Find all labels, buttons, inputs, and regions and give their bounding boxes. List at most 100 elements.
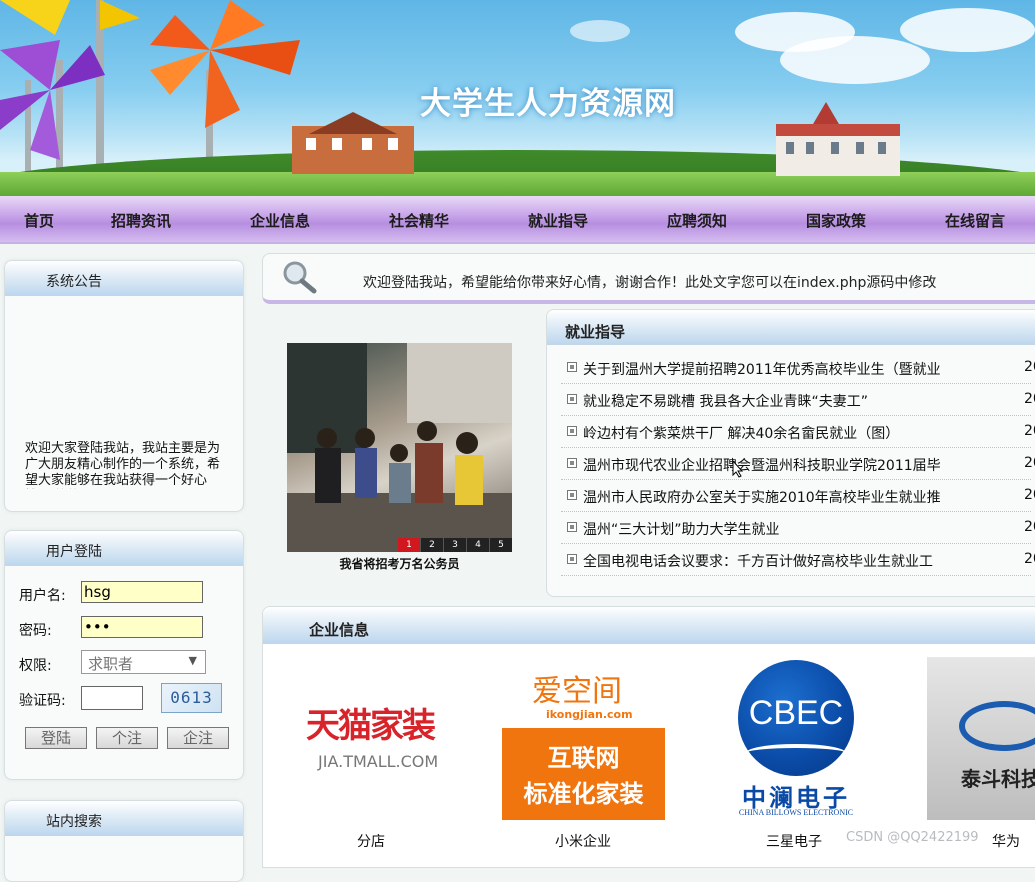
nav-item-society-essence[interactable]: 社会精华 (389, 210, 449, 231)
news-title[interactable]: 全国电视电话会议要求：千方百计做好高校毕业生就业工 (583, 551, 933, 571)
nav-item-guestbook[interactable]: 在线留言 (945, 210, 1005, 231)
role-select[interactable]: 求职者 ▼ (81, 650, 206, 674)
nav-item-job-guidance[interactable]: 就业指导 (528, 210, 588, 231)
news-list-item[interactable]: 全国电视电话会议要求：千方百计做好高校毕业生就业工 20 (561, 543, 1035, 576)
news-list-item[interactable]: 温州市现代农业企业招聘会暨温州科技职业学院2011届毕 20 (561, 447, 1035, 480)
password-field[interactable] (81, 616, 203, 638)
role-label: 权限: (19, 658, 52, 674)
role-select-value: 求职者 (88, 655, 134, 673)
bullet-icon (567, 522, 577, 532)
bullet-icon (567, 362, 577, 372)
slide-page-1[interactable]: 1 (397, 538, 420, 552)
news-date: 20 (1024, 487, 1035, 503)
captcha-code: 0613 (170, 688, 213, 707)
news-date: 20 (1024, 423, 1035, 439)
nav-item-applicant-notes[interactable]: 应聘须知 (667, 210, 727, 231)
taidou-logo-text: 泰斗科技 (961, 767, 1035, 791)
login-panel-title: 用户登陆 (46, 544, 102, 560)
cbec-logo-english: CHINA BILLOWS ELECTRONIC (738, 808, 854, 817)
news-title[interactable]: 温州市人民政府办公室关于实施2010年高校毕业生就业推 (583, 487, 941, 507)
news-date: 20 (1024, 519, 1035, 535)
news-date: 20 (1024, 359, 1035, 375)
username-label: 用户名: (19, 588, 66, 604)
news-title[interactable]: 温州市现代农业企业招聘会暨温州科技职业学院2011届毕 (583, 455, 941, 475)
site-search-panel: 站内搜索 (4, 800, 244, 882)
nav-item-company-info[interactable]: 企业信息 (250, 210, 310, 231)
nav-item-national-policy[interactable]: 国家政策 (806, 210, 866, 231)
classroom-photo (287, 343, 512, 552)
bullet-icon (567, 458, 577, 468)
company-name[interactable]: 分店 (357, 831, 385, 851)
nav-item-home[interactable]: 首页 (24, 210, 54, 231)
main-navigation: 首页 招聘资讯 企业信息 社会精华 就业指导 应聘须知 国家政策 在线留言 (0, 196, 1035, 244)
captcha-image[interactable]: 0613 (161, 683, 222, 713)
slide-page-5[interactable]: 5 (489, 538, 512, 552)
news-date: 20 (1024, 391, 1035, 407)
news-date: 20 (1024, 455, 1035, 471)
bullet-icon (567, 554, 577, 564)
nav-item-recruitment-news[interactable]: 招聘资讯 (111, 210, 171, 231)
company-logo-ikongjian[interactable]: 爱空间 ikongjian.com 互联网 标准化家装 (502, 662, 665, 820)
login-button[interactable]: 登陆 (25, 727, 87, 749)
ikongjian-slogan-1: 互联网 (547, 744, 620, 772)
chevron-down-icon: ▼ (188, 654, 197, 667)
company-info-title: 企业信息 (309, 621, 370, 639)
news-title[interactable]: 关于到温州大学提前招聘2011年优秀高校毕业生（暨就业 (583, 359, 941, 379)
ikongjian-slogan-2: 标准化家装 (523, 780, 644, 808)
company-logo-cbec[interactable]: CBEC 中澜电子 CHINA BILLOWS ELECTRONIC (716, 656, 876, 820)
ikongjian-banner: 互联网 标准化家装 (502, 728, 665, 820)
company-logo-taidou[interactable]: 泰斗科技 (927, 657, 1035, 820)
job-guidance-header: 就业指导 (547, 310, 1035, 345)
bullet-icon (567, 490, 577, 500)
login-panel-header: 用户登陆 (5, 531, 243, 566)
username-field[interactable] (81, 581, 203, 603)
company-info-header: 企业信息 (263, 607, 1035, 644)
news-title[interactable]: 就业稳定不易跳槽 我县各大企业青睐“夫妻工” (583, 391, 868, 411)
cbec-logo-text: CBEC (748, 694, 844, 732)
password-label: 密码: (19, 623, 52, 639)
csdn-watermark: CSDN @QQ2422199 (846, 830, 979, 845)
site-banner: 大学生人力资源网 (0, 0, 1035, 196)
company-name[interactable]: 华为 (992, 831, 1020, 851)
captcha-label: 验证码: (19, 693, 66, 709)
tmall-logo-text: 天猫家装 (306, 706, 436, 746)
notice-panel: 系统公告 欢迎大家登陆我站，我站主要是为广大朋友精心制作的一个系统，希望大家能够… (4, 260, 244, 512)
news-list-item[interactable]: 温州“三大计划”助力大学生就业 20 (561, 511, 1035, 544)
notice-text: 欢迎大家登陆我站，我站主要是为广大朋友精心制作的一个系统，希望大家能够在我站获得… (25, 441, 221, 488)
mouse-cursor-icon (732, 460, 744, 478)
bullet-icon (567, 426, 577, 436)
news-title[interactable]: 温州“三大计划”助力大学生就业 (583, 519, 780, 539)
announcement-bar: 欢迎登陆我站，希望能给你带来好心情，谢谢合作！此处文字您可以在index.php… (262, 253, 1035, 304)
captcha-field[interactable] (81, 686, 143, 710)
slideshow-caption[interactable]: 我省将招考万名公务员 (287, 555, 512, 572)
news-list-item[interactable]: 就业稳定不易跳槽 我县各大企业青睐“夫妻工” 20 (561, 383, 1035, 416)
ikongjian-logo-url: ikongjian.com (546, 708, 633, 721)
slide-page-2[interactable]: 2 (420, 538, 443, 552)
company-name[interactable]: 三星电子 (766, 831, 822, 851)
news-title[interactable]: 岭边村有个紫菜烘干厂 解决40余名畲民就业（图） (583, 423, 899, 443)
slide-page-3[interactable]: 3 (443, 538, 466, 552)
slide-page-4[interactable]: 4 (466, 538, 489, 552)
notice-panel-title: 系统公告 (46, 274, 102, 290)
ikongjian-logo-text: 爱空间 (532, 674, 622, 709)
news-list-item[interactable]: 关于到温州大学提前招聘2011年优秀高校毕业生（暨就业 20 (561, 351, 1035, 384)
search-panel-title: 站内搜索 (46, 814, 102, 830)
company-register-button[interactable]: 企注 (167, 727, 229, 749)
site-title: 大学生人力资源网 (420, 86, 676, 122)
search-icon (283, 261, 317, 294)
tmall-logo-url: JIA.TMALL.COM (318, 752, 439, 771)
slideshow-pager: 1 2 3 4 5 (397, 538, 512, 552)
news-list-item[interactable]: 温州市人民政府办公室关于实施2010年高校毕业生就业推 20 (561, 479, 1035, 512)
house-right-image (776, 102, 900, 176)
announcement-text: 欢迎登陆我站，希望能给你带来好心情，谢谢合作！此处文字您可以在index.php… (363, 275, 937, 291)
company-name[interactable]: 小米企业 (555, 831, 611, 851)
news-list-item[interactable]: 岭边村有个紫菜烘干厂 解决40余名畲民就业（图） 20 (561, 415, 1035, 448)
personal-register-button[interactable]: 个注 (96, 727, 158, 749)
search-panel-header: 站内搜索 (5, 801, 243, 836)
house-left-image (292, 112, 414, 174)
bullet-icon (567, 394, 577, 404)
company-logo-tmall[interactable]: 天猫家装 JIA.TMALL.COM (296, 690, 446, 780)
notice-panel-header: 系统公告 (5, 261, 243, 296)
news-slideshow[interactable]: 1 2 3 4 5 (287, 343, 512, 552)
taidou-logo-mark (959, 701, 1035, 751)
